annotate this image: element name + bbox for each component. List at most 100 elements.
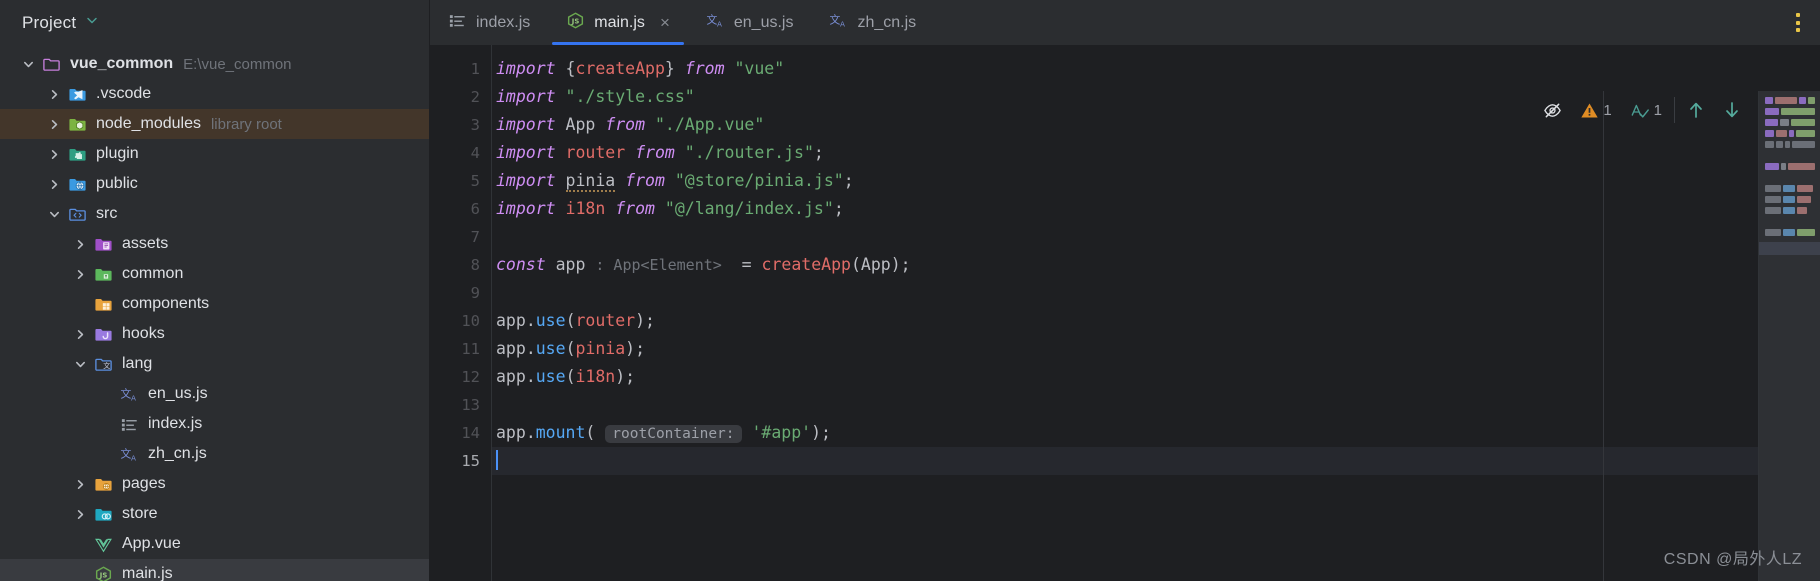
chevron-right-icon[interactable] — [74, 238, 87, 251]
chevron-right-icon[interactable] — [48, 178, 61, 191]
tree-item-components[interactable]: components — [0, 289, 429, 319]
json-list-icon — [448, 11, 467, 35]
tree-item-public[interactable]: public — [0, 169, 429, 199]
line-number: 15 — [461, 452, 480, 470]
chevron-right-icon[interactable] — [48, 88, 61, 101]
chevron-right-icon[interactable] — [74, 328, 87, 341]
project-panel-header[interactable]: Project — [0, 0, 430, 45]
text-caret — [496, 450, 498, 470]
chevron-right-icon[interactable] — [74, 268, 87, 281]
folder-common-icon — [94, 265, 113, 284]
chevron-down-icon[interactable] — [74, 358, 87, 371]
inlay-param-hint: rootContainer: — [605, 425, 742, 443]
folder-lang-icon: 文 — [94, 355, 113, 374]
minimap-current-line — [1759, 242, 1820, 255]
tree-item-src[interactable]: src — [0, 199, 429, 229]
main-body: vue_common E:\vue_common .vscode node_modul… — [0, 45, 1820, 581]
warning-triangle-icon — [1581, 102, 1598, 118]
code-editor[interactable]: 1 2 3 4 5 6 7 8 9 10 11 12 13 14 15 import {createApp}… — [430, 45, 1820, 581]
tree-item-lang[interactable]: 文 lang — [0, 349, 429, 379]
ide-window: Project index.js JS main.js × 文 Aen_us.js 文 Azh… — [0, 0, 1820, 581]
chevron-right-icon[interactable] — [74, 478, 87, 491]
tree-item-main-js[interactable]: JS main.js — [0, 559, 429, 581]
folder-plugin-icon — [68, 145, 87, 164]
tree-item-vue_common[interactable]: vue_common E:\vue_common — [0, 49, 429, 79]
tab-zh_cn-js[interactable]: 文 Azh_cn.js — [811, 0, 934, 45]
folder-source-icon — [68, 205, 87, 224]
minimap-row — [1765, 130, 1815, 139]
arrow-up-icon[interactable] — [1678, 97, 1714, 123]
tree-item-App-vue[interactable]: App.vue — [0, 529, 429, 559]
tree-item-store[interactable]: store — [0, 499, 429, 529]
tree-item-zh_cn-js[interactable]: 文 Azh_cn.js — [0, 439, 429, 469]
tab-label: en_us.js — [733, 13, 794, 31]
warning-count: 1 — [1603, 101, 1612, 119]
svg-text:文: 文 — [830, 12, 841, 26]
folder-pages-icon — [94, 475, 113, 494]
chevron-down-icon[interactable] — [22, 58, 35, 71]
line-number: 4 — [470, 144, 480, 162]
spellcheck-count-button[interactable]: 1 — [1621, 97, 1671, 123]
tree-item-en_us-js[interactable]: 文 Aen_us.js — [0, 379, 429, 409]
close-icon[interactable]: × — [660, 14, 670, 31]
code-minimap[interactable] — [1758, 91, 1820, 581]
folder-vscode-icon — [68, 85, 87, 104]
tree-item-label: App.vue — [122, 535, 181, 552]
tab-label: main.js — [594, 13, 645, 31]
tab-index-js[interactable]: index.js — [430, 0, 548, 45]
spellcheck-count: 1 — [1653, 101, 1662, 119]
folder-hooks-icon — [94, 325, 113, 344]
inlay-type-hint: : App<Element> — [595, 256, 722, 274]
chevron-right-icon[interactable] — [48, 118, 61, 131]
chevron-down-icon[interactable] — [48, 208, 61, 221]
minimap-row — [1765, 196, 1815, 205]
tab-main-js[interactable]: JS main.js × — [548, 0, 688, 45]
minimap-row — [1765, 229, 1815, 238]
line-number: 3 — [470, 116, 480, 134]
js-nodejs-icon: JS — [94, 565, 113, 581]
svg-text:JS: JS — [99, 571, 108, 579]
tree-item-label: index.js — [148, 415, 203, 432]
tree-item-hooks[interactable]: hooks — [0, 319, 429, 349]
tab-label: index.js — [476, 13, 531, 31]
svg-text:文: 文 — [103, 360, 110, 369]
tab-label: zh_cn.js — [857, 13, 917, 31]
folder-module-icon — [42, 55, 61, 74]
folder-assets-icon — [94, 235, 113, 254]
widget-divider — [1674, 97, 1675, 123]
watermark-text: CSDN @局外人LZ — [1663, 551, 1802, 568]
spellcheck-icon — [1631, 104, 1649, 118]
line-number: 11 — [461, 340, 480, 358]
svg-text:A: A — [717, 19, 722, 28]
code-content[interactable]: import {createApp} from "vue" import "./… — [492, 45, 1820, 581]
svg-text:JS: JS — [571, 17, 580, 25]
eye-slash-icon[interactable] — [1534, 97, 1571, 123]
code-line-15 — [492, 447, 1820, 475]
tree-item-label: vue_common — [70, 55, 174, 72]
top-row: Project index.js JS main.js × 文 Aen_us.js 文 Azh… — [0, 0, 1820, 45]
tree-item-sublabel: library root — [210, 115, 282, 133]
line-number: 9 — [470, 284, 480, 302]
minimap-row — [1765, 108, 1815, 117]
tree-item-plugin[interactable]: plugin — [0, 139, 429, 169]
more-options-icon[interactable] — [1776, 0, 1820, 45]
tree-item-common[interactable]: common — [0, 259, 429, 289]
chevron-right-icon[interactable] — [48, 148, 61, 161]
tree-item-assets[interactable]: assets — [0, 229, 429, 259]
tree-item-label: node_modules — [96, 115, 201, 132]
warning-count-button[interactable]: 1 — [1571, 97, 1620, 123]
tree-item-index-js[interactable]: index.js — [0, 409, 429, 439]
folder-web-icon — [68, 175, 87, 194]
chevron-down-icon[interactable] — [85, 13, 99, 32]
tree-item-pages[interactable]: pages — [0, 469, 429, 499]
tab-en_us-js[interactable]: 文 Aen_us.js — [688, 0, 812, 45]
svg-text:A: A — [840, 19, 845, 28]
code-line-4: import router from "./router.js"; — [496, 143, 824, 162]
arrow-down-icon[interactable] — [1714, 97, 1750, 123]
tree-item-node_modules[interactable]: node_modules library root — [0, 109, 429, 139]
i18n-translate-icon: 文A — [120, 445, 139, 464]
tree-item--vscode[interactable]: .vscode — [0, 79, 429, 109]
chevron-right-icon[interactable] — [74, 508, 87, 521]
